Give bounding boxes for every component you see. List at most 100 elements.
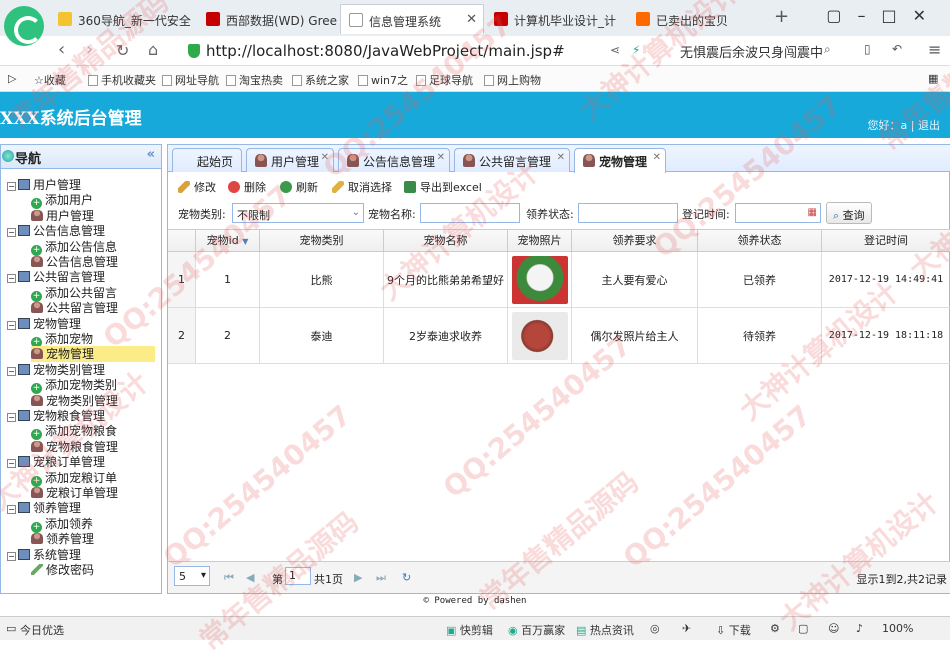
collapse-node-icon[interactable]: − [7,366,16,376]
close-tab-icon[interactable]: ✕ [437,152,445,163]
next-page-icon[interactable]: ▶ [354,571,362,584]
bookmark-favorites[interactable]: ☆收藏 [34,72,66,88]
browser-tab-wd[interactable]: 西部数据(WD) Gree [198,4,338,34]
grid-header-requirement[interactable]: 领养要求 [572,230,698,252]
close-tab-icon[interactable]: ✕ [557,152,565,163]
search-button[interactable]: ⌕ 查询 [826,202,872,224]
bookmarks-toggle-icon[interactable]: ▷ [8,72,16,85]
status-item-cut[interactable]: ▣ 快剪辑 [446,622,493,638]
browser-tab-sold[interactable]: 已卖出的宝贝 [628,4,758,34]
news-ticker[interactable]: 无惧震后余波只身闯震中 [680,42,823,61]
pet-name-input[interactable] [420,203,520,223]
sidebar-item[interactable]: 领养管理 [31,531,94,547]
tab-user-mgmt[interactable]: 用户管理 ✕ [246,148,334,172]
back-icon[interactable]: ‹ [58,39,65,60]
collapse-node-icon[interactable]: − [7,320,16,330]
prev-page-icon[interactable]: ◀ [246,571,254,584]
screen-icon[interactable]: ▢ [798,622,808,635]
table-cell-name[interactable]: 9个月的比熊弟弟希望好 [384,252,508,308]
cancel-select-button[interactable]: 取消选择 [332,179,392,195]
table-cell-photo[interactable] [508,252,572,308]
browser-icon[interactable]: ◎ [650,622,660,635]
tab-message-mgmt[interactable]: 公共留言管理 ✕ [454,148,570,172]
table-cell-requirement[interactable]: 偶尔发照片给主人 [572,308,698,364]
sidebar-item[interactable]: + 添加用户 [31,192,93,210]
close-tab-icon[interactable]: ✕ [653,152,661,163]
speed-icon[interactable]: ⚡ [632,43,640,57]
bookmark-mobile[interactable]: 手机收藏夹 [88,72,156,88]
bookmark-football[interactable]: 足球导航 [416,72,473,88]
collapse-icon[interactable]: « [147,147,155,162]
sidebar-group[interactable]: − 公告信息管理 [7,223,105,239]
bookmark-nav[interactable]: 网址导航 [162,72,219,88]
sidebar-item[interactable]: + 添加宠物粮食 [31,423,117,441]
status-item-winner[interactable]: ◉ 百万赢家 [508,622,565,638]
table-cell-date[interactable]: 2017-12-19 18:11:18 [822,308,950,364]
close-tab-icon[interactable]: ✕ [466,12,477,27]
grid-header-id[interactable]: 宠物id ▼ [196,230,260,252]
collapse-node-icon[interactable]: − [7,413,16,422]
table-cell-category[interactable]: 泰迪 [260,308,384,364]
menu-icon[interactable]: ≡ [928,40,941,59]
sidebar-group[interactable]: − 公共留言管理 [7,269,105,285]
sound-icon[interactable]: ♪ [856,622,863,635]
sidebar-item[interactable]: 宠物管理 [31,346,155,363]
window-controls[interactable]: ▢–□✕ [826,6,942,25]
sidebar-group[interactable]: − 宠物粮食管理 [7,408,105,424]
grid-header-name[interactable]: 宠物名称 [384,230,508,252]
page-number-input[interactable]: 1 [285,567,311,585]
bookmark-taobao[interactable]: 淘宝热卖 [226,72,283,88]
sidebar-item[interactable]: 用户管理 [31,208,94,224]
export-excel-button[interactable]: 导出到excel [404,179,482,195]
bookmark-win7[interactable]: win7之 [358,72,408,88]
collapse-node-icon[interactable]: − [7,228,16,238]
home-icon[interactable]: ⌂ [148,40,158,59]
table-cell-id[interactable]: 2 [196,308,260,364]
sidebar-item[interactable]: + 添加领养 [31,516,93,533]
close-tab-icon[interactable]: ✕ [321,152,329,163]
sidebar-item[interactable]: + 添加公告信息 [31,239,117,256]
sidebar-group[interactable]: − 领养管理 [7,500,81,516]
recommend-icon[interactable]: ▭ [6,622,16,635]
delete-button[interactable]: 删除 [228,179,266,195]
collapse-node-icon[interactable]: − [7,505,16,515]
sidebar-item[interactable]: + 添加宠物类别 [31,377,117,395]
search-icon[interactable]: ⌕ [824,42,831,57]
tab-pet-mgmt[interactable]: 宠物管理 ✕ [574,148,666,173]
tab-notice-mgmt[interactable]: 公告信息管理 ✕ [338,148,450,172]
bookmark-system[interactable]: 系统之家 [292,72,349,88]
table-cell-status[interactable]: 待领养 [698,308,822,364]
status-item-news[interactable]: ▤ 热点资讯 [576,622,634,638]
collapse-node-icon[interactable]: − [7,274,16,284]
sidebar-group[interactable]: − 用户管理 [7,177,81,193]
pin-icon[interactable]: ✈ [682,622,691,635]
grid-header-status[interactable]: 领养状态 [698,230,822,252]
table-cell-requirement[interactable]: 主人要有爱心 [572,252,698,308]
sidebar-group[interactable]: − 宠粮订单管理 [7,454,105,470]
sidebar-item[interactable]: + 添加宠物 [31,331,93,348]
undo-icon[interactable]: ↶ [892,42,902,56]
grid-header-date[interactable]: 登记时间 [822,230,950,252]
apps-grid-icon[interactable]: ▦ [928,72,938,85]
sidebar-item[interactable]: 宠粮订单管理 [31,485,118,501]
sidebar-item[interactable]: 修改密码 [31,562,94,578]
collapse-node-icon[interactable]: − [7,459,16,469]
first-page-icon[interactable]: ⏮ [224,571,234,585]
table-cell-status[interactable]: 已领养 [698,252,822,308]
refresh-button[interactable]: 刷新 [280,179,318,195]
browser-tab-360[interactable]: 360导航_新一代安全 [50,4,196,34]
zoom-level[interactable]: 100% [882,622,913,635]
forward-icon[interactable]: › [86,39,93,60]
refresh-icon[interactable]: ↻ [116,41,129,60]
sidebar-item[interactable]: 宠物粮食管理 [31,439,118,455]
sidebar-item[interactable]: 公告信息管理 [31,254,118,270]
tab-home[interactable]: 起始页 [172,148,242,172]
last-page-icon[interactable]: ⏭ [376,571,386,585]
status-input[interactable] [578,203,678,223]
date-input[interactable]: ▦ [735,203,821,223]
reload-icon[interactable]: ↻ [402,571,411,584]
sidebar-item[interactable]: + 添加宠粮订单 [31,470,117,487]
table-cell-name[interactable]: 2岁泰迪求收养 [384,308,508,364]
page-size-select[interactable]: 5 ▾ [174,566,210,586]
collapse-node-icon[interactable]: − [7,551,16,561]
